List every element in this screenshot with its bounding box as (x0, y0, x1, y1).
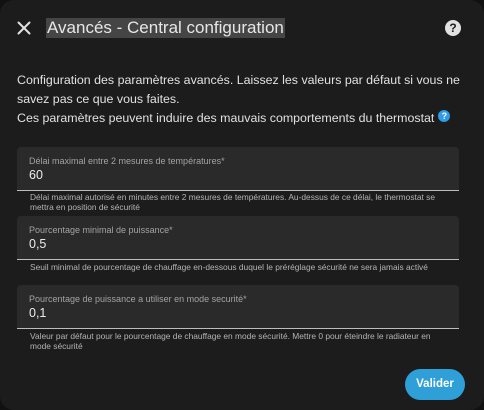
min-power-input[interactable]: 0,5 (29, 237, 46, 251)
dialog-description: Configuration des paramètres avancés. La… (17, 71, 467, 128)
close-icon (17, 21, 31, 35)
security-power-input[interactable]: 0,1 (29, 306, 46, 320)
description-warning: Ces paramètres peuvent induire des mauva… (17, 109, 467, 128)
info-icon[interactable]: ? (438, 110, 451, 122)
security-power-field[interactable]: Pourcentage de puissance a utiliser en m… (17, 285, 459, 329)
submit-button[interactable]: Valider (405, 369, 465, 400)
advanced-config-dialog: Avancés - Central configuration ? Config… (0, 0, 484, 410)
security-power-helper: Valeur par défaut pour le pourcentage de… (30, 331, 431, 351)
description-intro: Configuration des paramètres avancés. La… (17, 73, 460, 106)
max-delay-field[interactable]: Délai maximal entre 2 mesures de tempéra… (17, 147, 459, 191)
min-power-helper: Seuil minimal de pourcentage de chauffag… (30, 262, 428, 272)
max-delay-label: Délai maximal entre 2 mesures de tempéra… (29, 156, 225, 166)
dialog-title: Avancés - Central configuration (46, 18, 285, 38)
min-power-label: Pourcentage minimal de puissance* (29, 225, 173, 235)
security-power-label: Pourcentage de puissance a utiliser en m… (29, 294, 247, 304)
max-delay-helper: Délai maximal autorisé en minutes entre … (30, 192, 435, 212)
max-delay-input[interactable]: 60 (29, 168, 43, 182)
close-button[interactable] (14, 18, 34, 38)
help-icon[interactable]: ? (445, 20, 461, 36)
description-warning-text: Ces paramètres peuvent induire des mauva… (17, 111, 435, 125)
min-power-field[interactable]: Pourcentage minimal de puissance* 0,5 (17, 216, 459, 260)
